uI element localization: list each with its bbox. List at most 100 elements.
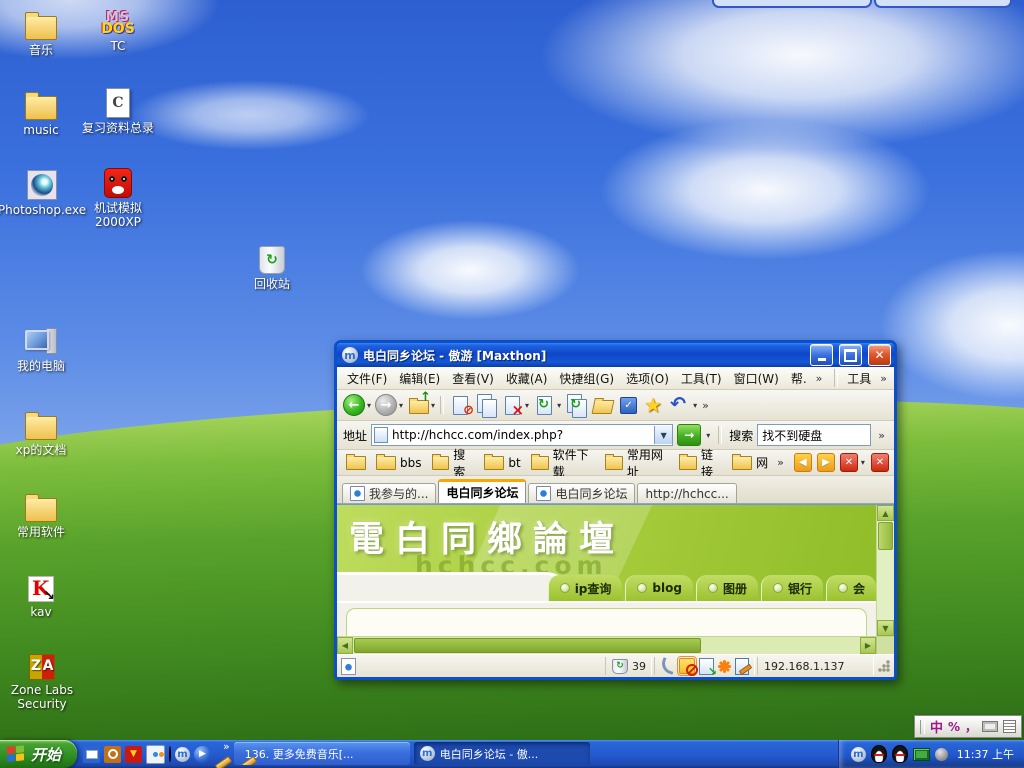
tab-1[interactable]: 电白同乡论坛 (438, 479, 526, 503)
quick-launch-mail[interactable] (83, 746, 100, 763)
offscreen-window-edge[interactable] (712, 0, 1012, 8)
undo-button[interactable]: ↶▾ (667, 392, 699, 418)
desktop-icon-kav[interactable]: K↘kav (2, 568, 80, 619)
forward-button[interactable]: →▾ (373, 392, 405, 418)
menu-2[interactable]: 查看(V) (446, 368, 500, 389)
block-content-button[interactable]: ⊘ (447, 392, 473, 418)
banner-nav-0[interactable]: ip查询 (548, 575, 623, 601)
hand-gesture-icon[interactable] (659, 657, 677, 675)
desktop-icon-recycle[interactable]: ↻回收站 (233, 240, 311, 291)
tab-3[interactable]: http://hchcc... (637, 483, 736, 503)
scroll-left-button[interactable]: ◀ (337, 637, 353, 654)
note-edit-icon[interactable] (735, 658, 749, 675)
bookmark-bbs[interactable]: bbs (372, 455, 426, 471)
toolbar-overflow-chevron[interactable]: » (699, 399, 712, 412)
qq-tray-icon[interactable] (871, 745, 887, 763)
bookmarks-overflow-chevron[interactable]: » (774, 456, 787, 469)
scroll-right-button[interactable]: ▶ (860, 637, 876, 654)
desktop-icon-folder[interactable]: music (2, 86, 80, 137)
desktop-icon-tiger[interactable]: 机试模拟 2000XP (76, 164, 160, 230)
desktop-icon-document[interactable]: C复习资料总录 (74, 84, 162, 135)
refresh-all-button[interactable]: ↻ (563, 392, 589, 418)
tab-0[interactable]: 我参与的... (342, 483, 436, 503)
undo-dropdown-caret[interactable]: ▾ (693, 401, 697, 410)
flash-filter-icon[interactable] (718, 660, 731, 673)
vertical-scrollbar[interactable]: ▲ ▼ (876, 505, 894, 636)
qq-tray-icon[interactable] (892, 745, 908, 763)
go-dropdown-caret[interactable]: ▾ (706, 431, 710, 440)
banner-nav-4[interactable]: 会 (826, 575, 876, 601)
form-fill-button[interactable]: ✓ (615, 392, 641, 418)
network-display-tray-icon[interactable] (913, 748, 930, 761)
refresh-dropdown-caret[interactable]: ▾ (557, 401, 561, 410)
start-button[interactable]: 开始 (0, 740, 77, 768)
quick-launch-media-player[interactable]: ▶ (194, 746, 211, 763)
menu-6[interactable]: 工具(T) (675, 368, 728, 389)
banner-nav-1[interactable]: blog (625, 575, 693, 601)
back-dropdown-caret[interactable]: ▾ (367, 401, 371, 410)
up-folder-dropdown-caret[interactable]: ▾ (431, 401, 435, 410)
menu-0[interactable]: 文件(F) (341, 368, 393, 389)
soft-keyboard-icon[interactable] (982, 721, 998, 732)
punctuation-toggle-icon[interactable]: ， (965, 718, 977, 735)
vertical-scroll-track[interactable] (877, 551, 894, 620)
addressbar-overflow-chevron[interactable]: » (875, 429, 888, 442)
close-button[interactable]: ✕ (868, 344, 891, 366)
horizontal-scrollbar[interactable]: ◀ ▶ (337, 636, 894, 654)
horizontal-scroll-thumb[interactable] (354, 638, 701, 653)
refresh-button[interactable]: ↻▾ (531, 392, 563, 418)
quick-launch-qq[interactable] (169, 747, 171, 761)
forward-dropdown-caret[interactable]: ▾ (399, 401, 403, 410)
prev-tab-button[interactable]: ◀ (794, 453, 812, 472)
go-button[interactable]: → (677, 424, 701, 446)
address-input[interactable]: http://hchcc.com/index.php? ▼ (371, 424, 673, 446)
volume-tray-icon[interactable] (935, 748, 948, 761)
menu-7[interactable]: 窗口(W) (728, 368, 785, 389)
width-toggle-icon[interactable]: % (948, 720, 960, 734)
taskbar-button-1[interactable]: m电白同乡论坛 - 傲... (414, 742, 590, 765)
desktop-icon-za[interactable]: ZAZone Labs Security (0, 646, 84, 712)
resize-grip[interactable] (878, 660, 890, 672)
back-button[interactable]: ←▾ (341, 392, 373, 418)
desktop-icon-msdos[interactable]: MSDOSTC (79, 2, 157, 53)
close-tab-menu-button[interactable]: ✕ (840, 453, 858, 472)
menu-8[interactable]: 帮. (785, 368, 813, 389)
horizontal-scroll-track[interactable] (702, 637, 860, 654)
close-tab-caret[interactable]: ▾ (861, 458, 865, 467)
close-page-dropdown-caret[interactable]: ▾ (525, 401, 529, 410)
next-tab-button[interactable]: ▶ (817, 453, 835, 472)
quick-launch-flashget[interactable]: ▼ (125, 746, 142, 763)
popup-bucket-icon[interactable]: ↻ (612, 659, 628, 674)
banner-nav-2[interactable]: 图册 (696, 575, 758, 601)
desktop-icon-computer[interactable]: 我的电脑 (2, 322, 80, 373)
tab-2[interactable]: 电白同乡论坛 (528, 483, 635, 503)
vertical-scroll-thumb[interactable] (878, 522, 893, 550)
maximize-button[interactable] (839, 344, 862, 366)
tools-overflow-chevron[interactable]: » (877, 372, 890, 385)
desktop-icon-photoshop[interactable]: Photoshop.exe (0, 166, 84, 217)
menu-overflow-chevron[interactable]: » (813, 372, 826, 385)
up-folder-button[interactable]: ↑▾ (405, 392, 437, 418)
bookmark-bt[interactable]: bt (480, 455, 524, 471)
save-page-icon[interactable] (699, 658, 714, 675)
langbar-drag-handle[interactable] (920, 720, 925, 734)
content-blocker-icon[interactable] (679, 658, 695, 674)
bookmark-网[interactable]: 网 (728, 453, 772, 472)
quick-launch-acdsee[interactable] (104, 746, 121, 763)
copy-button[interactable] (473, 392, 499, 418)
desktop-icon-folder[interactable]: 音乐 (2, 6, 80, 57)
title-bar[interactable]: m 电白同乡论坛 - 傲游 [Maxthon] ✕ (337, 343, 894, 367)
desktop-icon-folder[interactable]: 常用软件 (2, 488, 80, 539)
ime-language-indicator[interactable]: 中 (930, 717, 943, 736)
close-page-button[interactable]: ×▾ (499, 392, 531, 418)
favorites-button[interactable]: ★ (641, 392, 667, 418)
bookmark-folder[interactable] (342, 455, 370, 471)
desktop-icon-folder[interactable]: xp的文档 (2, 406, 80, 457)
menu-1[interactable]: 编辑(E) (393, 368, 446, 389)
quick-launch-msn[interactable] (146, 745, 165, 764)
langbar-menu-icon[interactable] (1003, 720, 1016, 733)
close-tab-button[interactable]: ✕ (871, 453, 889, 472)
folders-button[interactable] (589, 392, 615, 418)
minimize-button[interactable] (810, 344, 833, 366)
tools-toolbar-label[interactable]: 工具 (841, 368, 877, 389)
